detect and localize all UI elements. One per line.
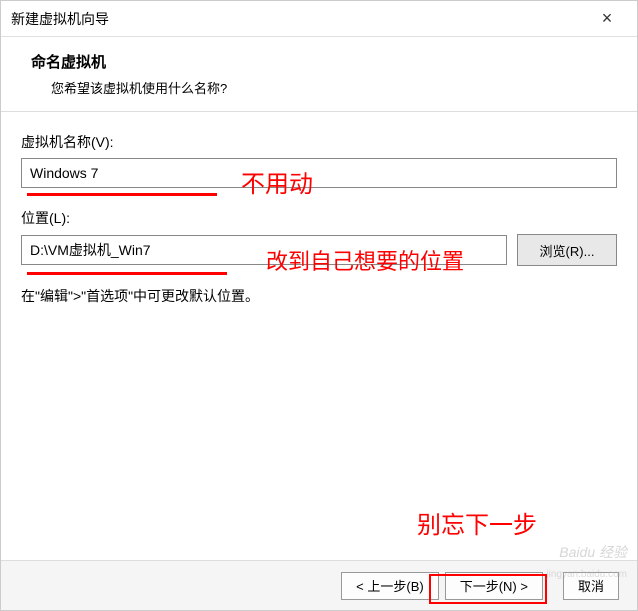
help-text: 在"编辑">"首选项"中可更改默认位置。 xyxy=(21,286,617,306)
vm-name-label: 虚拟机名称(V): xyxy=(21,132,617,152)
location-label: 位置(L): xyxy=(21,208,617,228)
wizard-header: 命名虚拟机 您希望该虚拟机使用什么名称? xyxy=(1,37,637,112)
window-title: 新建虚拟机向导 xyxy=(11,9,109,29)
annotation-dont-touch: 不用动 xyxy=(241,164,313,199)
annotation-underline-name xyxy=(27,193,217,196)
page-subtitle: 您希望该虚拟机使用什么名称? xyxy=(51,78,617,97)
wizard-window: 新建虚拟机向导 × 命名虚拟机 您希望该虚拟机使用什么名称? 虚拟机名称(V):… xyxy=(0,0,638,611)
button-bar: < 上一步(B) 下一步(N) > 取消 xyxy=(1,560,637,610)
page-title: 命名虚拟机 xyxy=(31,51,617,72)
back-button[interactable]: < 上一步(B) xyxy=(341,572,439,600)
content-area: 虚拟机名称(V): 位置(L): 浏览(R)... 在"编辑">"首选项"中可更… xyxy=(1,112,637,560)
close-icon[interactable]: × xyxy=(587,8,627,29)
titlebar: 新建虚拟机向导 × xyxy=(1,1,637,37)
annotation-dont-forget: 别忘下一步 xyxy=(417,505,537,540)
next-button[interactable]: 下一步(N) > xyxy=(445,572,543,600)
browse-button[interactable]: 浏览(R)... xyxy=(517,234,617,266)
annotation-underline-location xyxy=(27,272,227,275)
annotation-change-location: 改到自己想要的位置 xyxy=(266,244,464,276)
cancel-button[interactable]: 取消 xyxy=(563,572,619,600)
vm-name-input[interactable] xyxy=(21,158,617,188)
